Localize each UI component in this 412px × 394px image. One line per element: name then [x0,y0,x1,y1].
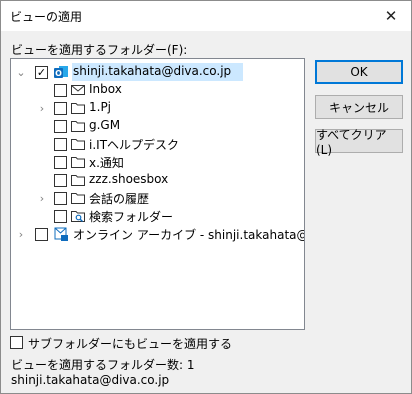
archive-label: オンライン アーカイブ - shinji.takahata@diva.co.jp [73,228,304,242]
mail-icon [71,85,85,95]
tree-row-search-folder[interactable]: 検索フォルダー [11,207,304,225]
apply-subfolders-label[interactable]: サブフォルダーにもビューを適用する [28,335,232,352]
collapse-chevron-icon[interactable]: ⌄ [15,63,27,81]
tree-row-inbox[interactable]: Inbox [11,81,304,99]
expand-chevron-icon[interactable]: › [36,189,48,207]
folder-checkbox[interactable] [54,138,67,151]
cancel-button[interactable]: キャンセル [315,95,403,119]
folder-checkbox[interactable] [54,174,67,187]
archive-checkbox[interactable] [35,228,48,241]
folder-tree[interactable]: ⌄ ✓ O shinji.takahata@diva.co.jp Inbox › [10,58,305,330]
ok-button[interactable]: OK [315,60,403,84]
folder-icon [71,121,85,132]
tree-row-shoesbox[interactable]: zzz.shoesbox [11,171,304,189]
folder-icon [71,175,85,186]
root-checkbox[interactable]: ✓ [35,66,48,79]
svg-text:O: O [55,69,62,78]
folder-label: i.ITヘルプデスク [89,138,180,152]
folder-checkbox[interactable] [54,210,67,223]
search-folder-icon [71,211,85,222]
folder-label: 会話の履歴 [89,192,150,206]
close-button[interactable]: ✕ [371,1,411,31]
folder-count-text: ビューを適用するフォルダー数: 1 [11,358,195,372]
folder-label: 検索フォルダー [89,210,174,224]
tree-row-notifications[interactable]: x.通知 [11,153,304,171]
folder-list-label: ビューを適用するフォルダー(F): [11,43,188,57]
folder-icon [71,193,85,204]
close-icon: ✕ [384,7,398,25]
folder-label: x.通知 [89,156,124,170]
apply-view-dialog: ビューの適用 ✕ ビューを適用するフォルダー(F): ⌄ ✓ O shinji.… [0,0,412,394]
title-bar: ビューの適用 ✕ [1,1,411,31]
root-label: shinji.takahata@diva.co.jp [73,64,232,78]
folder-label: Inbox [89,82,122,96]
folder-label: g.GM [89,118,121,132]
apply-subfolders-checkbox[interactable] [10,336,23,349]
folder-label: zzz.shoesbox [89,172,169,186]
folder-checkbox[interactable] [54,102,67,115]
tree-row-it-helpdesk[interactable]: i.ITヘルプデスク [11,135,304,153]
folder-checkbox[interactable] [54,120,67,133]
folder-checkbox[interactable] [54,84,67,97]
folder-icon [71,139,85,150]
tree-row-root[interactable]: ⌄ ✓ O shinji.takahata@diva.co.jp [11,63,304,81]
folder-label: 1.Pj [89,100,112,114]
tree-row-online-archive[interactable]: › オンライン アーカイブ - shinji.takahata@diva.co.… [11,225,304,243]
selected-folder-text: shinji.takahata@diva.co.jp [11,373,170,387]
expand-chevron-icon[interactable]: › [15,225,27,243]
window-title: ビューの適用 [10,10,83,24]
clear-all-button[interactable]: すべてクリア(L) [315,128,403,157]
tree-row-conversation-history[interactable]: › 会話の履歴 [11,189,304,207]
folder-icon [71,103,85,114]
folder-checkbox[interactable] [54,192,67,205]
tree-row-1pj[interactable]: › 1.Pj [11,99,304,117]
archive-account-icon [54,227,68,241]
folder-icon [71,157,85,168]
tree-row-ggm[interactable]: g.GM [11,117,304,135]
expand-chevron-icon[interactable]: › [36,99,48,117]
outlook-account-icon: O [54,66,68,78]
folder-checkbox[interactable] [54,156,67,169]
